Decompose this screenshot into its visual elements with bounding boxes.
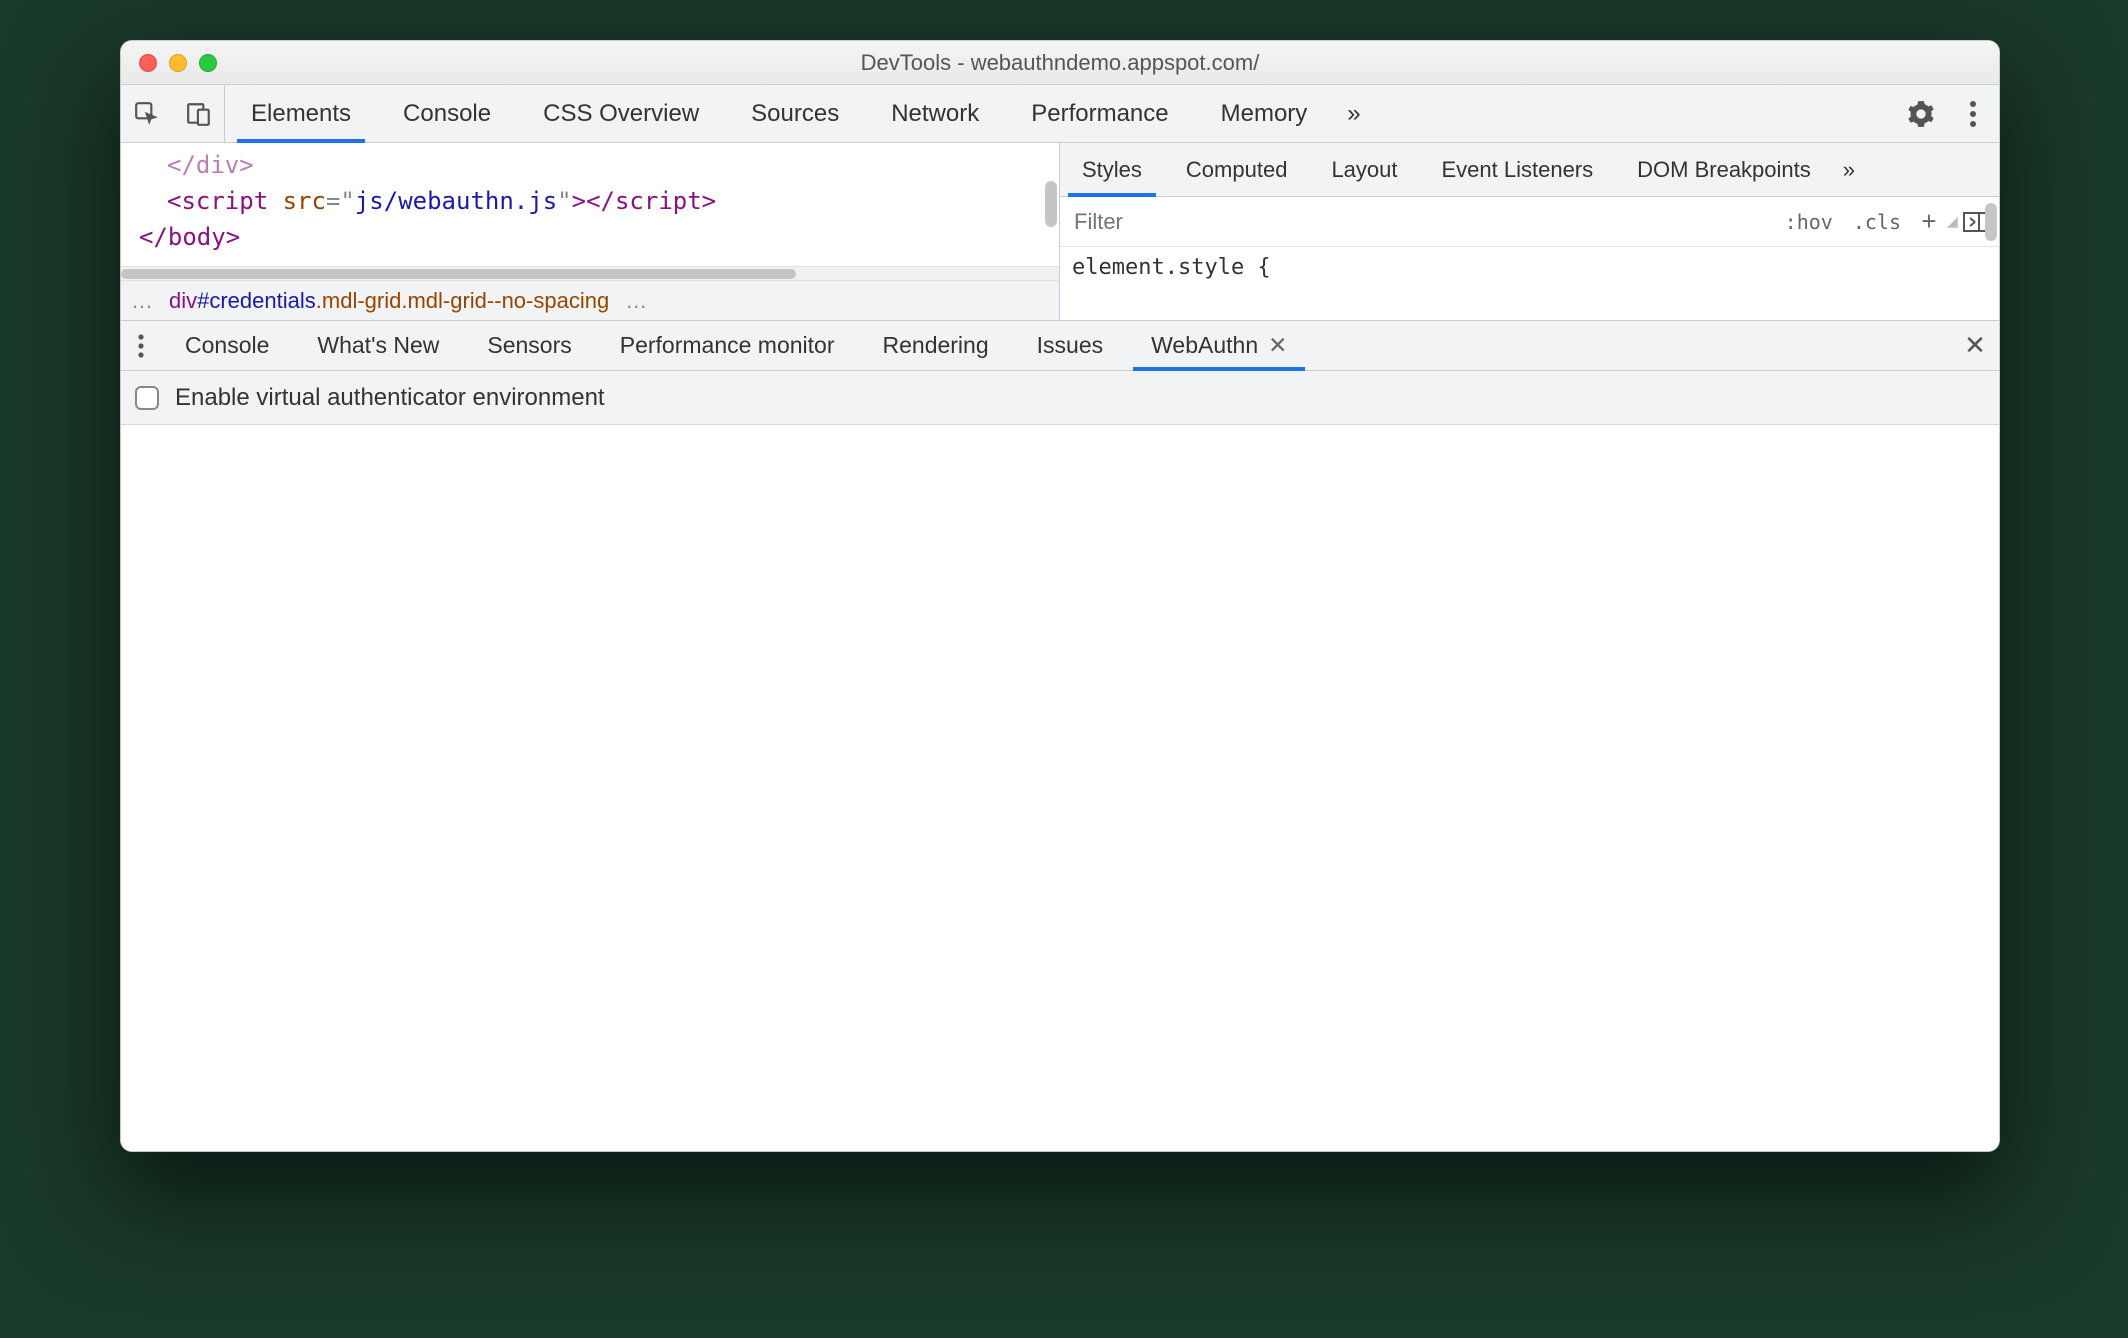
style-rule-text: element.style { <box>1072 255 1271 280</box>
tab-elements[interactable]: Elements <box>225 85 377 142</box>
subtab-dom-breakpoints[interactable]: DOM Breakpoints <box>1615 143 1833 196</box>
tab-label: CSS Overview <box>543 100 699 128</box>
main-tabs: Elements Console CSS Overview Sources Ne… <box>121 85 1999 143</box>
tab-label: Computed <box>1186 157 1288 183</box>
styles-filter-input[interactable] <box>1060 197 1775 246</box>
chevron-double-right-icon: » <box>1843 157 1855 183</box>
code-token: </div> <box>167 151 254 179</box>
drawer-close-button[interactable]: ✕ <box>1951 321 1999 370</box>
minimize-window-button[interactable] <box>169 54 187 72</box>
breadcrumb-overflow-right[interactable]: … <box>625 288 647 314</box>
webauthn-toolbar: Enable virtual authenticator environment <box>121 371 1999 425</box>
code-token: > <box>572 187 586 215</box>
drawer-tab-console[interactable]: Console <box>161 321 293 370</box>
styles-rules[interactable]: element.style { <box>1060 247 1999 320</box>
breadcrumb-node[interactable]: div#credentials.mdl-grid.mdl-grid--no-sp… <box>169 288 609 314</box>
chevron-double-right-icon: » <box>1347 100 1360 128</box>
tab-label: Performance <box>1031 100 1168 128</box>
tab-memory[interactable]: Memory <box>1195 85 1334 142</box>
drawer-tab-webauthn[interactable]: WebAuthn ✕ <box>1127 321 1311 370</box>
tab-label: Sources <box>751 100 839 128</box>
subtab-layout[interactable]: Layout <box>1309 143 1419 196</box>
tab-label: Console <box>403 100 491 128</box>
tab-label: Layout <box>1331 157 1397 183</box>
breadcrumb-overflow-left[interactable]: … <box>131 288 153 314</box>
settings-icon[interactable] <box>1895 85 1947 142</box>
tab-network[interactable]: Network <box>865 85 1005 142</box>
tab-label: Event Listeners <box>1442 157 1594 183</box>
dom-tree[interactable]: </div> <script src="js/webauthn.js"></sc… <box>121 143 1059 266</box>
kebab-menu-icon[interactable] <box>1947 85 1999 142</box>
drawer-tabs: Console What's New Sensors Performance m… <box>121 321 1999 371</box>
tab-label: WebAuthn <box>1151 332 1258 359</box>
drawer-tab-rendering[interactable]: Rendering <box>859 321 1013 370</box>
zoom-window-button[interactable] <box>199 54 217 72</box>
subtab-computed[interactable]: Computed <box>1164 143 1310 196</box>
tab-label: Elements <box>251 100 351 128</box>
drawer-tab-sensors[interactable]: Sensors <box>463 321 595 370</box>
close-window-button[interactable] <box>139 54 157 72</box>
elements-split: </div> <script src="js/webauthn.js"></sc… <box>121 143 1999 321</box>
enable-virtual-authenticator-label[interactable]: Enable virtual authenticator environment <box>175 384 605 412</box>
code-token: </body> <box>139 223 240 251</box>
tab-label: Memory <box>1221 100 1308 128</box>
tab-label: What's New <box>317 332 439 359</box>
drawer-tab-whats-new[interactable]: What's New <box>293 321 463 370</box>
drawer-tab-issues[interactable]: Issues <box>1013 321 1127 370</box>
webauthn-body <box>121 425 1999 1151</box>
horizontal-scrollbar[interactable] <box>121 266 1059 280</box>
breadcrumb[interactable]: … div#credentials.mdl-grid.mdl-grid--no-… <box>121 280 1059 320</box>
device-toggle-icon[interactable] <box>173 85 225 142</box>
titlebar: DevTools - webauthndemo.appspot.com/ <box>121 41 1999 85</box>
subtabs-overflow-button[interactable]: » <box>1833 143 1865 196</box>
window-title: DevTools - webauthndemo.appspot.com/ <box>121 50 1999 76</box>
tab-label: Network <box>891 100 979 128</box>
resize-handle-icon[interactable]: ◢ <box>1947 213 1963 230</box>
tab-label: Performance monitor <box>620 332 835 359</box>
tab-label: Sensors <box>487 332 571 359</box>
inspect-icon[interactable] <box>121 85 173 142</box>
drawer-kebab-icon[interactable] <box>121 321 161 370</box>
close-tab-icon[interactable]: ✕ <box>1268 332 1287 359</box>
code-token: src <box>268 187 326 215</box>
subtab-event-listeners[interactable]: Event Listeners <box>1420 143 1616 196</box>
styles-filter-row: :hov .cls + ◢ <box>1060 197 1999 247</box>
vertical-scrollbar[interactable] <box>1045 147 1057 271</box>
styles-pane: Styles Computed Layout Event Listeners D… <box>1060 143 1999 320</box>
enable-virtual-authenticator-checkbox[interactable] <box>135 386 159 410</box>
vertical-scrollbar[interactable] <box>1985 203 1997 263</box>
drawer-tab-performance-monitor[interactable]: Performance monitor <box>596 321 859 370</box>
tab-sources[interactable]: Sources <box>725 85 865 142</box>
tab-css-overview[interactable]: CSS Overview <box>517 85 725 142</box>
tabs-overflow-button[interactable]: » <box>1333 85 1374 142</box>
window-controls <box>121 54 217 72</box>
devtools-window: DevTools - webauthndemo.appspot.com/ Ele… <box>120 40 2000 1152</box>
tab-label: Rendering <box>883 332 989 359</box>
tab-label: Issues <box>1037 332 1103 359</box>
code-token: =" <box>326 187 355 215</box>
code-token: ipt> <box>658 187 716 215</box>
code-token: " <box>557 187 571 215</box>
code-token: js/webauthn.js <box>355 187 557 215</box>
tab-label: DOM Breakpoints <box>1637 157 1811 183</box>
styles-subtabs: Styles Computed Layout Event Listeners D… <box>1060 143 1999 197</box>
toggle-hover-button[interactable]: :hov <box>1775 210 1843 234</box>
close-icon: ✕ <box>1964 330 1986 361</box>
tab-label: Console <box>185 332 269 359</box>
tab-label: Styles <box>1082 157 1142 183</box>
elements-tree-pane: </div> <script src="js/webauthn.js"></sc… <box>121 143 1060 320</box>
tab-performance[interactable]: Performance <box>1005 85 1194 142</box>
subtab-styles[interactable]: Styles <box>1060 143 1164 196</box>
toggle-classes-button[interactable]: .cls <box>1843 210 1911 234</box>
code-token: <script <box>167 187 268 215</box>
code-token: </scr <box>586 187 658 215</box>
new-style-rule-button[interactable]: + <box>1911 206 1947 237</box>
tab-console[interactable]: Console <box>377 85 517 142</box>
